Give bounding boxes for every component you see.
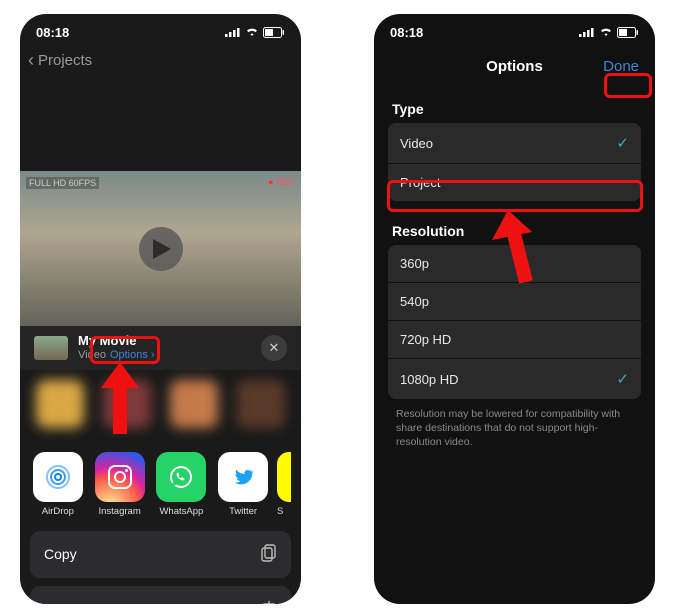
resolution-item-540[interactable]: 540p [388,282,641,320]
preview-topleft-label: FULL HD 60FPS [26,177,99,189]
app-airdrop[interactable]: AirDrop [30,452,86,517]
app-snapchat-partial[interactable]: S [277,452,291,517]
snapchat-icon [277,452,291,502]
share-sheet-screen: 08:18 ‹ Projects FULL HD 60FPS ● REC My … [20,14,301,604]
status-bar: 08:18 [374,14,655,46]
status-right [579,27,639,38]
resolution-note: Resolution may be lowered for compatibil… [374,399,655,458]
whatsapp-icon [156,452,206,502]
app-twitter[interactable]: Twitter [215,452,271,517]
resolution-item-1080[interactable]: 1080p HD ✓ [388,358,641,399]
battery-icon [617,27,639,38]
back-projects[interactable]: ‹ Projects [20,46,301,81]
options-title: Options [486,58,543,75]
resolution-list: 360p 540p 720p HD 1080p HD ✓ [388,245,641,399]
chevron-left-icon: ‹ [28,50,34,71]
options-screen: 08:18 Options Done Type Video ✓ Project … [374,14,655,604]
action-copy[interactable]: Copy [30,531,291,578]
movie-info[interactable]: My Movie VideoOptions › [78,334,251,362]
video-preview[interactable]: FULL HD 60FPS ● REC [20,171,301,326]
movie-thumbnail [34,336,68,360]
options-header: Options Done [374,46,655,91]
resolution-heading: Resolution [374,213,655,245]
type-item-video[interactable]: Video ✓ [388,123,641,163]
copy-icon [261,544,277,565]
preview-topright-label: ● REC [268,177,295,187]
done-button[interactable]: Done [601,56,641,77]
resolution-item-360[interactable]: 360p [388,245,641,282]
check-icon: ✓ [616,134,629,152]
play-button[interactable] [139,227,183,271]
close-button[interactable]: ✕ [261,335,287,361]
back-label: Projects [38,52,92,69]
share-item-row: My Movie VideoOptions › ✕ [20,326,301,370]
action-save-video[interactable]: Save Video [30,586,291,604]
download-icon [261,599,277,604]
movie-title: My Movie [78,334,251,349]
apps-row: AirDrop Instagram WhatsApp Twitter S [20,428,301,523]
type-heading: Type [374,91,655,123]
close-icon: ✕ [269,340,280,356]
status-time: 08:18 [390,25,423,40]
resolution-item-720[interactable]: 720p HD [388,320,641,358]
status-bar: 08:18 [20,14,301,46]
battery-icon [263,27,285,38]
wifi-icon [599,27,613,37]
airdrop-icon [33,452,83,502]
app-whatsapp[interactable]: WhatsApp [154,452,210,517]
app-instagram[interactable]: Instagram [92,452,148,517]
signal-icon [579,27,595,37]
movie-subtitle: VideoOptions › [78,349,251,362]
instagram-icon [95,452,145,502]
status-right [225,27,285,38]
check-icon: ✓ [616,370,629,388]
twitter-icon [218,452,268,502]
type-item-project[interactable]: Project [388,163,641,201]
status-time: 08:18 [36,25,69,40]
signal-icon [225,27,241,37]
wifi-icon [245,27,259,37]
type-list: Video ✓ Project [388,123,641,201]
contacts-row [20,370,301,428]
